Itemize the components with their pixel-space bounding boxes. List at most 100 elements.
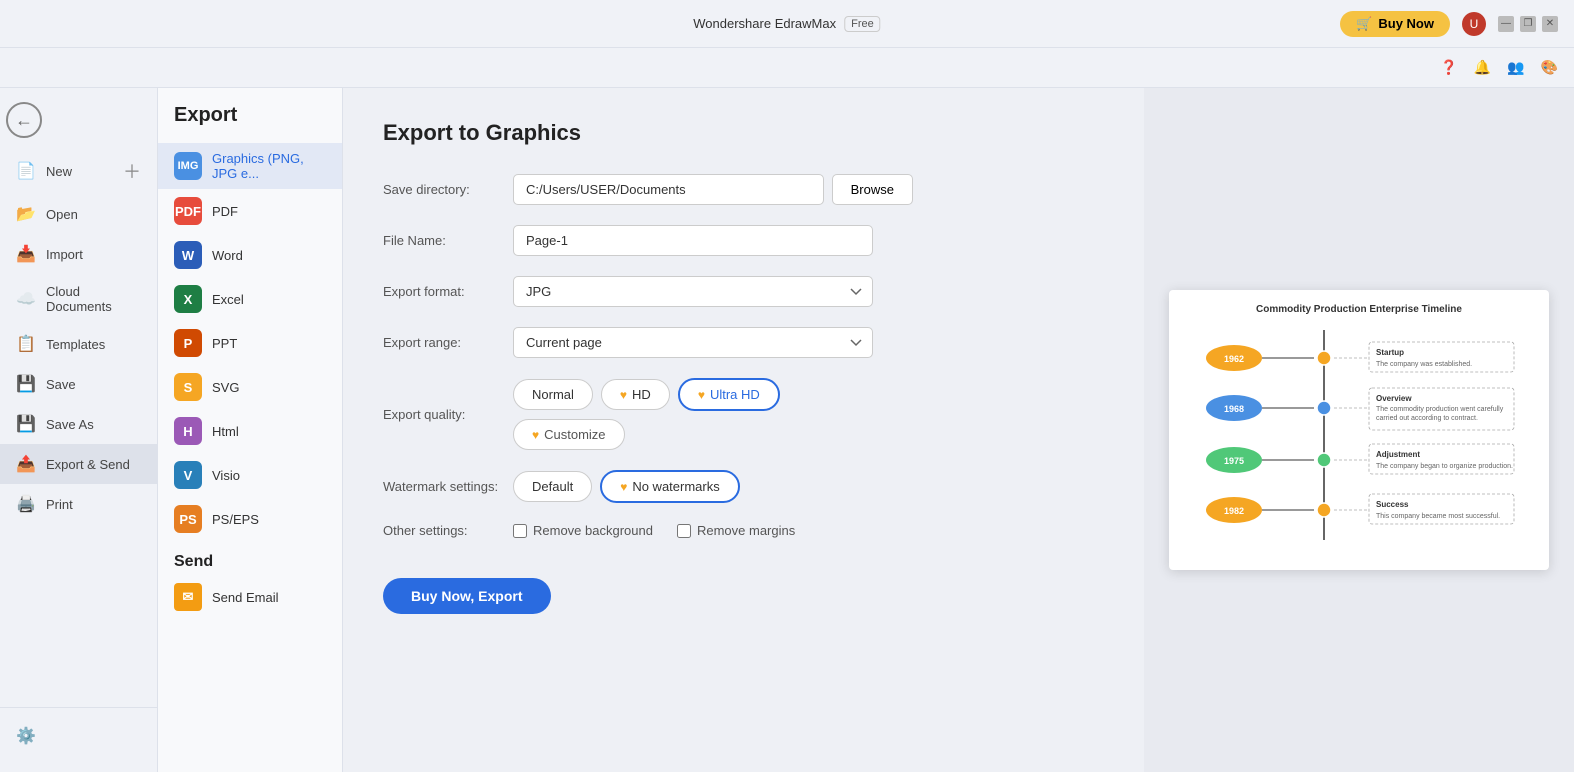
import-icon: 📥 <box>16 244 36 264</box>
file-name-label: File Name: <box>383 233 513 248</box>
timeline-preview-svg: Commodity Production Enterprise Timeline… <box>1169 290 1549 570</box>
export-item-pseps[interactable]: PS PS/EPS <box>158 497 342 541</box>
close-button[interactable]: ✕ <box>1542 16 1558 32</box>
file-name-row: File Name: <box>383 225 1104 256</box>
visio-icon: V <box>174 461 202 489</box>
svg-text:1962: 1962 <box>1224 354 1244 364</box>
export-item-pdf[interactable]: PDF PDF <box>158 189 342 233</box>
save-directory-row: Save directory: Browse <box>383 174 1104 205</box>
save-directory-label: Save directory: <box>383 182 513 197</box>
svg-text:1975: 1975 <box>1224 456 1244 466</box>
watermark-row: Watermark settings: Default ♥ No waterma… <box>383 470 1104 503</box>
back-button[interactable]: ← <box>0 96 48 144</box>
customize-button[interactable]: ♥ Customize <box>513 419 625 450</box>
export-item-svg[interactable]: S SVG <box>158 365 342 409</box>
export-item-graphics[interactable]: IMG Graphics (PNG, JPG e... <box>158 143 342 189</box>
watermark-no-button[interactable]: ♥ No watermarks <box>600 470 740 503</box>
svg-text:1982: 1982 <box>1224 506 1244 516</box>
preview-card: Commodity Production Enterprise Timeline… <box>1169 290 1549 570</box>
export-item-html[interactable]: H Html <box>158 409 342 453</box>
sidebar-item-export[interactable]: 📤 Export & Send <box>0 444 157 484</box>
watermark-label: Watermark settings: <box>383 479 513 494</box>
other-settings-row: Other settings: Remove background Remove… <box>383 523 1104 538</box>
user-avatar[interactable]: U <box>1462 12 1486 36</box>
sidebar-item-cloud[interactable]: ☁️ Cloud Documents <box>0 274 157 324</box>
remove-background-label[interactable]: Remove background <box>513 523 653 538</box>
svg-text:1968: 1968 <box>1224 404 1244 414</box>
svg-text:Overview: Overview <box>1376 394 1412 403</box>
sidebar-item-settings[interactable]: ⚙️ <box>0 716 157 756</box>
plus-icon: ＋ <box>123 158 141 184</box>
ppt-icon: P <box>174 329 202 357</box>
sidebar-item-save-as[interactable]: 💾 Save As <box>0 404 157 444</box>
export-range-label: Export range: <box>383 335 513 350</box>
pdf-icon: PDF <box>174 197 202 225</box>
customize-crown-icon: ♥ <box>532 428 539 442</box>
export-icon: 📤 <box>16 454 36 474</box>
sidebar-item-print[interactable]: 🖨️ Print <box>0 484 157 524</box>
sidebar-item-new[interactable]: 📄 New ＋ <box>0 148 157 194</box>
svg-text:This company became most succe: This company became most successful. <box>1376 513 1500 520</box>
export-form: Export to Graphics Save directory: Brows… <box>343 88 1144 772</box>
file-name-control <box>513 225 913 256</box>
export-button[interactable]: Buy Now, Export <box>383 578 551 614</box>
topbar-center: Wondershare EdrawMax Free <box>693 16 880 32</box>
community-icon[interactable]: 👥 <box>1507 59 1524 76</box>
svg-text:Startup: Startup <box>1376 348 1404 357</box>
other-settings-control: Remove background Remove margins <box>513 523 913 538</box>
quality-hd-button[interactable]: ♥ HD <box>601 379 670 410</box>
new-icon: 📄 <box>16 161 36 181</box>
browse-button[interactable]: Browse <box>832 174 913 205</box>
other-settings-label: Other settings: <box>383 523 513 538</box>
svg-icon: S <box>174 373 202 401</box>
remove-background-checkbox[interactable] <box>513 524 527 538</box>
export-item-email[interactable]: ✉ Send Email <box>158 575 342 619</box>
sidebar-item-save[interactable]: 💾 Save <box>0 364 157 404</box>
export-format-panel: Export IMG Graphics (PNG, JPG e... PDF P… <box>158 88 343 772</box>
preview-panel: Commodity Production Enterprise Timeline… <box>1144 88 1574 772</box>
export-format-select[interactable]: JPG PNG BMP GIF TIFF SVG <box>513 276 873 307</box>
sidebar-item-import[interactable]: 📥 Import <box>0 234 157 274</box>
watermark-default-button[interactable]: Default <box>513 471 592 502</box>
save-directory-input[interactable] <box>513 174 824 205</box>
export-item-ppt[interactable]: P PPT <box>158 321 342 365</box>
remove-margins-checkbox[interactable] <box>677 524 691 538</box>
svg-text:Success: Success <box>1376 500 1409 509</box>
timeline-title: Commodity Production Enterprise Timeline <box>1256 304 1462 315</box>
cart-icon: 🛒 <box>1356 16 1372 32</box>
theme-icon[interactable]: 🎨 <box>1541 59 1558 76</box>
export-item-visio[interactable]: V Visio <box>158 453 342 497</box>
ultrahd-crown-icon: ♥ <box>698 388 705 402</box>
templates-icon: 📋 <box>16 334 36 354</box>
svg-text:The company began to organize: The company began to organize production… <box>1376 463 1513 470</box>
sidebar-item-templates[interactable]: 📋 Templates <box>0 324 157 364</box>
sidebar-item-open[interactable]: 📂 Open <box>0 194 157 234</box>
minimize-button[interactable]: — <box>1498 16 1514 32</box>
remove-margins-label[interactable]: Remove margins <box>677 523 795 538</box>
quality-normal-button[interactable]: Normal <box>513 379 593 410</box>
svg-text:Adjustment: Adjustment <box>1376 450 1420 459</box>
export-range-select[interactable]: Current page All pages Selected <box>513 327 873 358</box>
svg-text:carried out according to contr: carried out according to contract. <box>1376 415 1478 422</box>
topbar: Wondershare EdrawMax Free 🛒 Buy Now U — … <box>0 0 1574 48</box>
export-quality-label: Export quality: <box>383 407 513 422</box>
buy-now-button[interactable]: 🛒 Buy Now <box>1340 11 1450 37</box>
free-badge: Free <box>844 16 881 32</box>
restore-button[interactable]: ❐ <box>1520 16 1536 32</box>
notification-icon[interactable]: 🔔 <box>1474 59 1491 76</box>
export-item-word[interactable]: W Word <box>158 233 342 277</box>
excel-icon: X <box>174 285 202 313</box>
app-title: Wondershare EdrawMax <box>693 16 836 31</box>
sidebar: ← 📄 New ＋ 📂 Open 📥 Import ☁️ Cloud Docum… <box>0 88 158 772</box>
export-item-excel[interactable]: X Excel <box>158 277 342 321</box>
watermark-control: Default ♥ No watermarks <box>513 470 913 503</box>
print-icon: 🖨️ <box>16 494 36 514</box>
watermark-crown-icon: ♥ <box>620 480 627 494</box>
help-icon[interactable]: ❓ <box>1440 59 1457 76</box>
quality-ultrahd-button[interactable]: ♥ Ultra HD <box>678 378 780 411</box>
svg-text:The commodity production went: The commodity production went carefully <box>1376 406 1504 413</box>
second-bar: ❓ 🔔 👥 🎨 <box>0 48 1574 88</box>
svg-text:The company was established.: The company was established. <box>1376 361 1472 368</box>
export-range-row: Export range: Current page All pages Sel… <box>383 327 1104 358</box>
file-name-input[interactable] <box>513 225 873 256</box>
